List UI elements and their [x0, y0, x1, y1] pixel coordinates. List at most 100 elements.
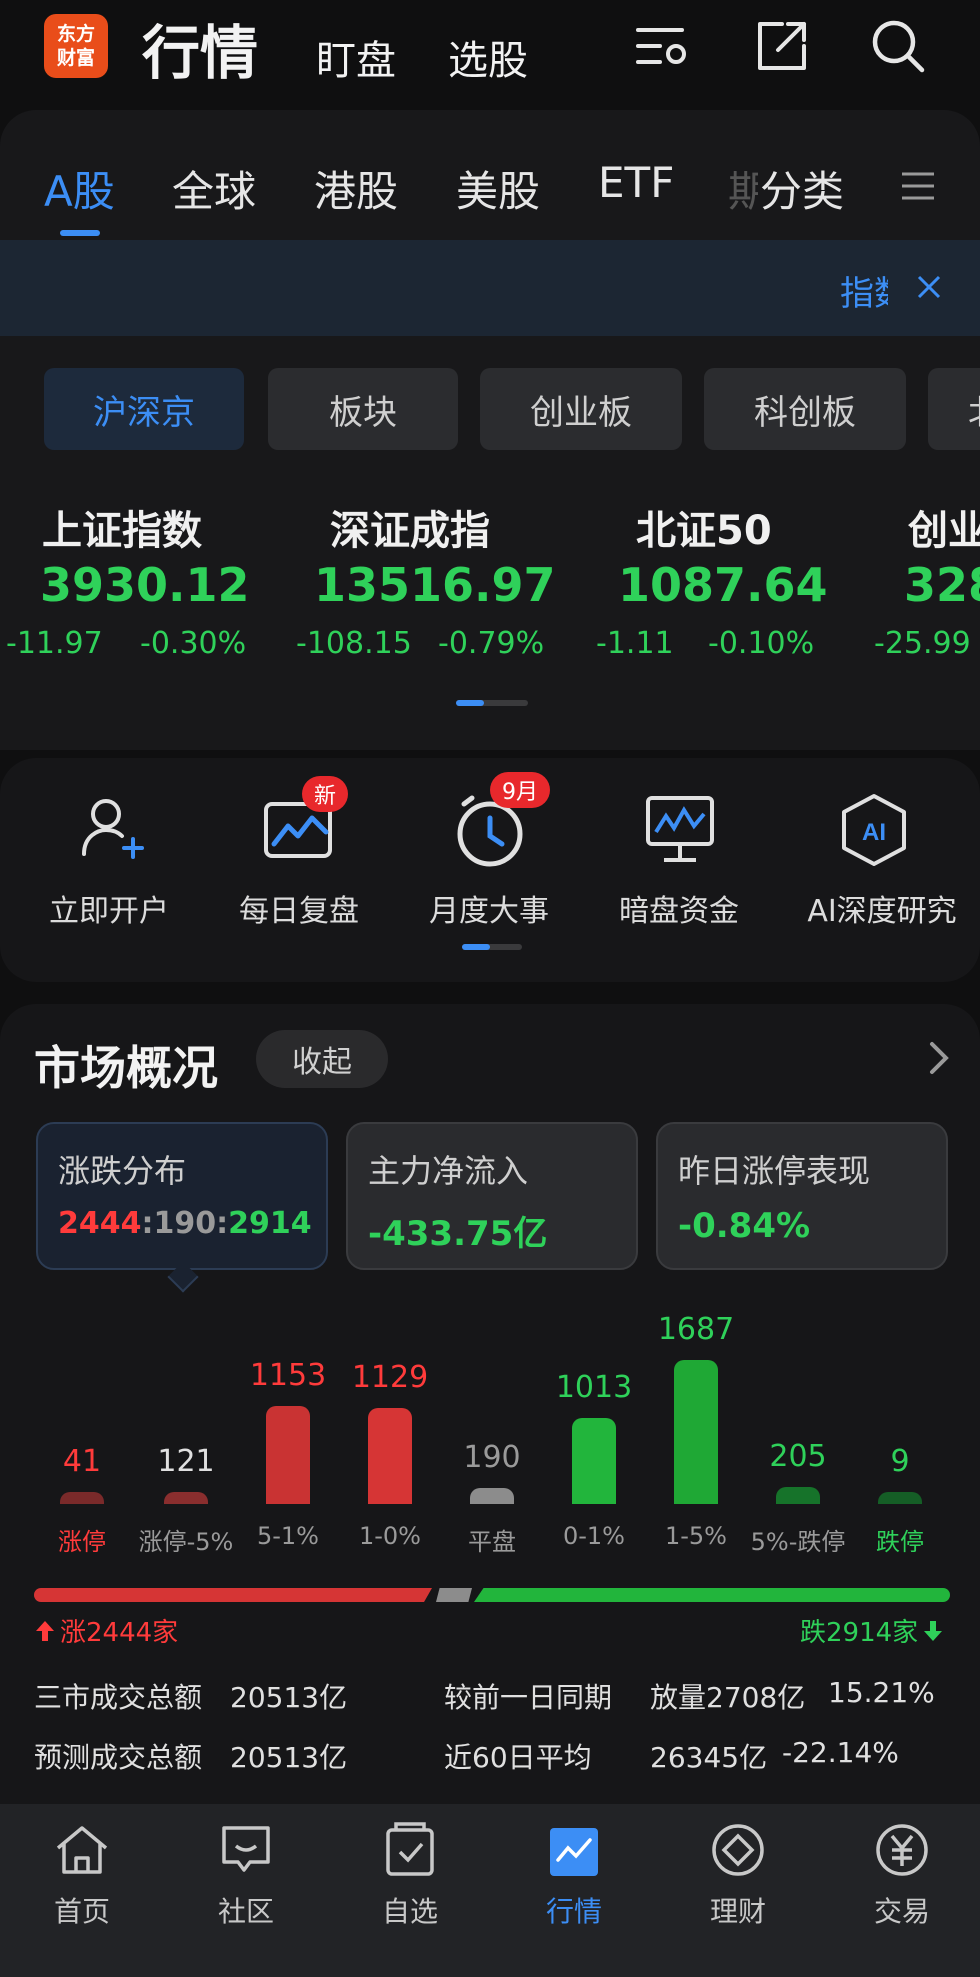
active-tab-indicator: [60, 230, 100, 236]
search-icon[interactable]: [868, 16, 928, 76]
stat-compare-label: 较前一日同期: [444, 1681, 613, 1714]
tab-etf[interactable]: ETF: [598, 158, 674, 207]
up-count: 2444: [58, 1206, 142, 1241]
index-change: -1.11: [596, 626, 674, 661]
down-summary-text: 跌2914家: [800, 1618, 919, 1648]
index-change: -108.15: [296, 626, 412, 661]
collapse-button[interactable]: 收起: [256, 1030, 388, 1088]
quick-label: 立即开户: [49, 894, 169, 929]
market-icon: [550, 1828, 598, 1876]
chip-shsz[interactable]: 沪深京: [44, 368, 244, 450]
net-inflow-value: -433.75亿: [368, 1214, 548, 1254]
menu-icon[interactable]: [900, 168, 936, 204]
flat-count: 190: [153, 1206, 217, 1241]
nav-label: 交易: [873, 1895, 930, 1928]
stat-forecast-label: 预测成交总额: [34, 1741, 203, 1774]
section-title: 市场概况: [34, 1041, 218, 1095]
card-limit-up-performance[interactable]: 昨日涨停表现 -0.84%: [656, 1122, 948, 1270]
index-pct: -0.30%: [140, 626, 247, 661]
nav-label: 自选: [381, 1895, 438, 1928]
limit-up-value: -0.84%: [678, 1206, 811, 1246]
logo-text-top: 东方: [56, 23, 95, 45]
month-badge: 9月: [490, 772, 550, 808]
tab-category[interactable]: 分类: [760, 158, 844, 219]
quick-label: AI深度研究: [807, 894, 957, 929]
down-summary: 跌2914家: [800, 1612, 944, 1649]
chart-bar: [368, 1407, 412, 1504]
index-name: 深证成指: [330, 508, 490, 554]
nav-label: 理财: [709, 1895, 766, 1928]
notice-text[interactable]: 指数: [840, 266, 888, 315]
stat-avg-pct: -22.14%: [782, 1736, 899, 1769]
stat-total-value: 20513亿: [230, 1681, 348, 1714]
tab-stock-picker[interactable]: 选股: [448, 28, 528, 86]
chart-bar-value: 121: [157, 1444, 215, 1479]
ai-hexagon-icon: AI: [842, 794, 906, 866]
quick-scroll-indicator: [462, 944, 490, 950]
tab-a-share[interactable]: A股: [44, 158, 115, 219]
community-icon: [222, 1826, 270, 1872]
nav-home[interactable]: 首页: [22, 1820, 142, 1930]
nav-label: 社区: [217, 1895, 274, 1928]
index-value: 3930.12: [40, 558, 250, 612]
stat-avg-label: 近60日平均: [444, 1741, 592, 1774]
chart-bar: [266, 1405, 310, 1504]
app-header: 东方 财富 行情 盯盘 选股: [0, 0, 980, 110]
chevron-right-icon[interactable]: [926, 1040, 952, 1076]
index-pct: -0.79%: [438, 626, 545, 661]
distribution-values: 2444:190:2914: [58, 1206, 312, 1241]
arrow-down-icon: [924, 1620, 943, 1641]
new-badge: 新: [302, 776, 349, 812]
nav-community[interactable]: 社区: [186, 1820, 306, 1930]
tab-global[interactable]: 全球: [172, 158, 256, 219]
stat-avg-value: 26345亿: [650, 1741, 768, 1774]
tab-hk[interactable]: 港股: [314, 158, 398, 219]
card-label: 主力净流入: [368, 1152, 529, 1190]
index-pct: -0.10%: [708, 626, 815, 661]
chip-star[interactable]: 科创板: [704, 368, 906, 450]
chip-sector[interactable]: 板块: [268, 368, 458, 450]
down-ratio-bar: [474, 1588, 950, 1602]
up-summary-text: 涨2444家: [60, 1618, 179, 1648]
nav-market[interactable]: 行情: [514, 1820, 634, 1930]
share-icon[interactable]: [752, 16, 812, 76]
arrow-up-icon: [36, 1620, 54, 1641]
bottom-nav: [0, 1804, 980, 1977]
index-value: 13516.97: [314, 558, 556, 612]
nav-watchlist[interactable]: 自选: [350, 1820, 470, 1930]
chart-bar-value: 9: [890, 1444, 910, 1479]
app-logo[interactable]: 东方 财富: [44, 14, 108, 78]
chart-category-label: 跌停: [876, 1528, 924, 1556]
svg-text:AI: AI: [862, 819, 886, 846]
chart-category-label: 涨停: [58, 1528, 106, 1556]
nav-trade[interactable]: 交易: [842, 1820, 962, 1930]
chart-bar-value: 41: [62, 1444, 102, 1479]
tab-futures[interactable]: 期: [728, 158, 758, 219]
chart-bar: [776, 1486, 820, 1504]
quick-label: 月度大事: [429, 894, 549, 929]
nav-label: 首页: [53, 1895, 110, 1928]
chip-bse[interactable]: 北: [928, 368, 980, 450]
chip-chinext[interactable]: 创业板: [480, 368, 682, 450]
stat-total-label: 三市成交总额: [34, 1681, 203, 1714]
tab-us[interactable]: 美股: [456, 158, 540, 219]
page-title: 行情: [142, 19, 259, 87]
chart-bar-value: 205: [769, 1438, 827, 1474]
tab-watch[interactable]: 盯盘: [316, 28, 396, 86]
chart-bar-value: 1129: [351, 1359, 429, 1395]
card-net-inflow[interactable]: 主力净流入 -433.75亿: [346, 1122, 638, 1270]
quick-label: 每日复盘: [239, 894, 359, 929]
quick-label: 暗盘资金: [619, 894, 739, 929]
close-icon[interactable]: [916, 274, 942, 300]
card-label: 涨跌分布: [58, 1152, 187, 1190]
index-change: -11.97: [6, 626, 103, 661]
index-name: 创业: [908, 508, 980, 554]
stat-compare-value: 放量2708亿: [650, 1681, 806, 1714]
chart-bar-value: 1687: [657, 1312, 735, 1347]
nav-wealth[interactable]: 理财: [678, 1820, 798, 1930]
index-value: 328: [904, 558, 980, 612]
trade-icon: [876, 1824, 928, 1876]
chart-bar: [470, 1487, 514, 1504]
card-distribution[interactable]: 涨跌分布 2444:190:2914: [36, 1122, 328, 1270]
settings-list-icon[interactable]: [632, 16, 692, 76]
